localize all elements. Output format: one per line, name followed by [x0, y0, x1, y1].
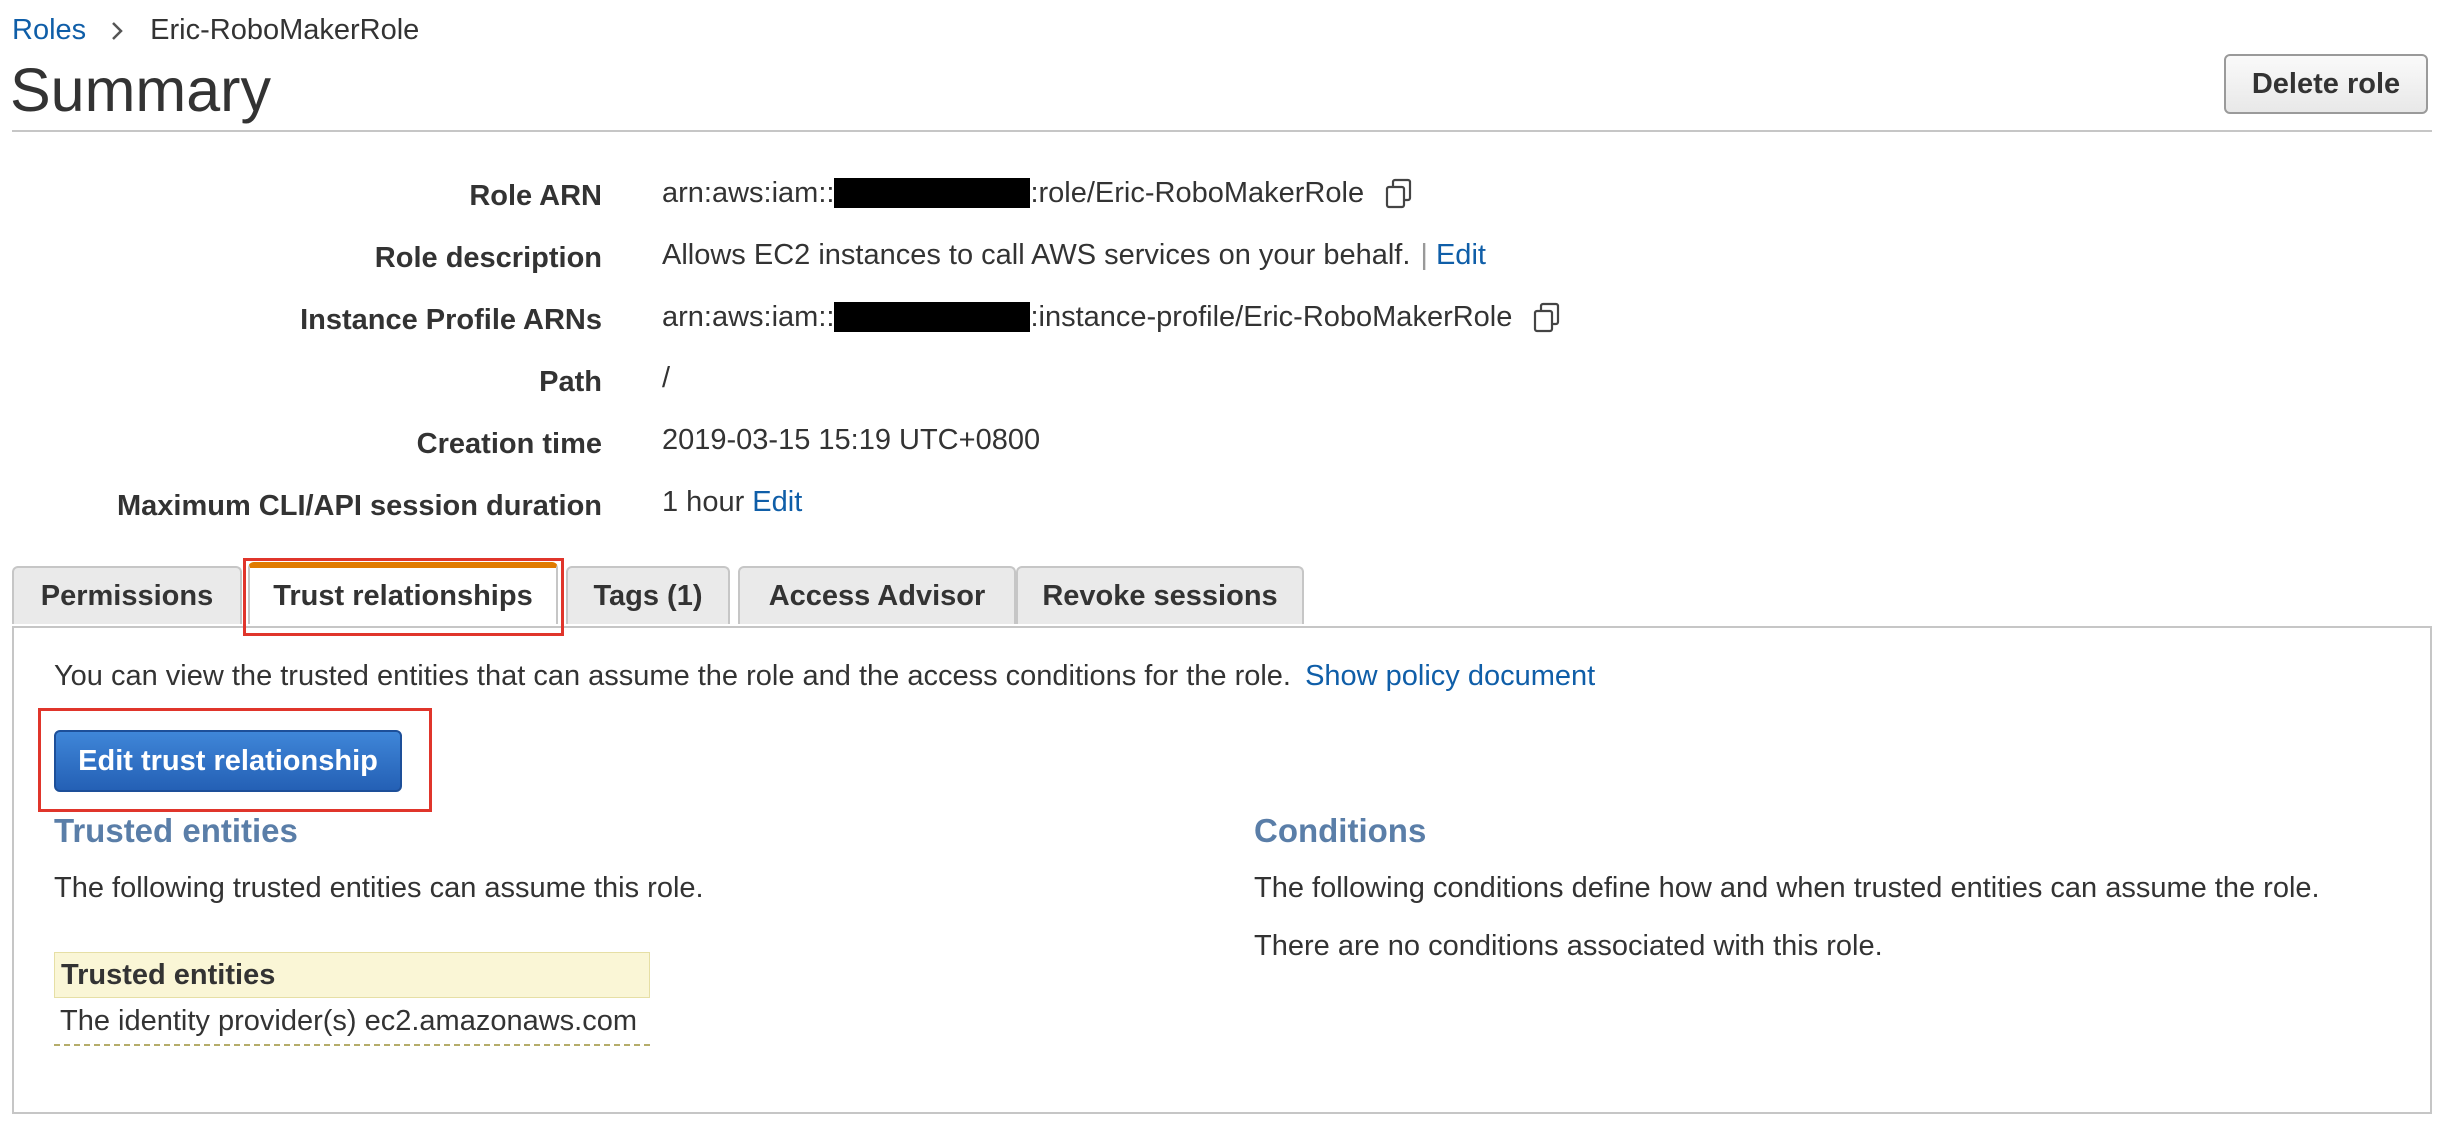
tab-permissions[interactable]: Permissions	[12, 566, 242, 624]
trust-relationships-panel	[12, 626, 2432, 1114]
copy-icon[interactable]	[1530, 300, 1564, 334]
breadcrumb-roles-link[interactable]: Roles	[12, 14, 86, 47]
redacted-account-id	[834, 302, 1031, 332]
copy-icon[interactable]	[1382, 176, 1416, 210]
role-arn-suffix: :role/Eric-RoboMakerRole	[1030, 176, 1365, 209]
tab-tags[interactable]: Tags (1)	[566, 566, 730, 624]
role-description-label: Role description	[374, 242, 602, 274]
creation-time-label: Creation time	[416, 428, 602, 460]
tab-access-advisor[interactable]: Access Advisor	[738, 566, 1016, 624]
path-label: Path	[539, 366, 602, 398]
instance-profile-label: Instance Profile ARNs	[300, 304, 602, 336]
breadcrumb-current: Eric-RoboMakerRole	[150, 14, 420, 46]
edit-trust-relationship-button[interactable]: Edit trust relationship	[54, 730, 402, 792]
role-description-value: Allows EC2 instances to call AWS service…	[662, 239, 1486, 272]
role-description-text: Allows EC2 instances to call AWS service…	[662, 239, 1411, 271]
role-arn-label: Role ARN	[469, 180, 602, 212]
tab-trust-relationships[interactable]: Trust relationships	[248, 562, 558, 624]
instance-profile-prefix: arn:aws:iam::	[662, 300, 835, 333]
delete-role-button[interactable]: Delete role	[2224, 54, 2428, 114]
creation-time-value: 2019-03-15 15:19 UTC+0800	[662, 424, 1041, 456]
page-title: Summary	[10, 56, 271, 124]
breadcrumb: Roles Eric-RoboMakerRole	[12, 14, 419, 47]
session-duration-value: 1 hour Edit	[662, 486, 802, 519]
instance-profile-value: arn:aws:iam:::instance-profile/Eric-Robo…	[662, 300, 1564, 334]
separator: |	[1420, 239, 1428, 271]
role-arn-prefix: arn:aws:iam::	[662, 176, 835, 209]
title-divider	[12, 130, 2432, 132]
edit-description-link[interactable]: Edit	[1436, 239, 1486, 272]
chevron-right-icon	[112, 21, 123, 40]
path-value: /	[662, 362, 671, 394]
session-duration-text: 1 hour	[662, 486, 745, 518]
edit-session-duration-link[interactable]: Edit	[752, 486, 802, 519]
redacted-account-id	[834, 178, 1031, 208]
role-arn-value: arn:aws:iam:::role/Eric-RoboMakerRole	[662, 176, 1416, 210]
session-duration-label: Maximum CLI/API session duration	[116, 490, 602, 522]
tab-revoke-sessions[interactable]: Revoke sessions	[1016, 566, 1304, 624]
instance-profile-suffix: :instance-profile/Eric-RoboMakerRole	[1030, 300, 1513, 333]
